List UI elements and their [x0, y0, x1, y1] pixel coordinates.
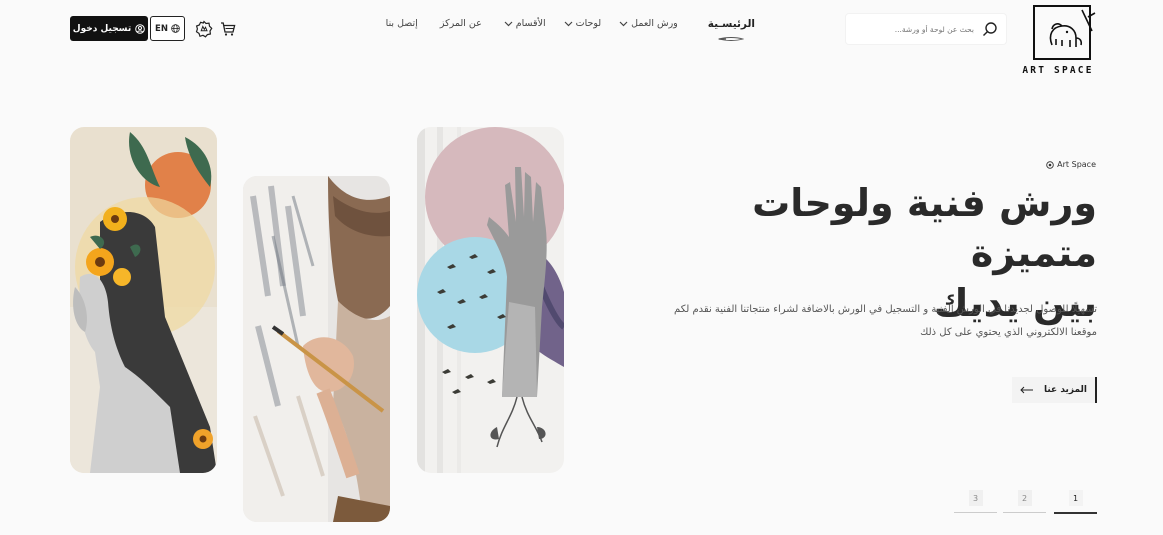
pager-3[interactable]: 3	[954, 490, 997, 515]
pager-2-number: 2	[1017, 490, 1032, 506]
nav-contact-label: إتصل بنا	[385, 18, 418, 29]
nav-home-label: الرئيسـية	[707, 18, 755, 30]
badge-button[interactable]	[193, 18, 215, 40]
search-box[interactable]	[846, 14, 1006, 44]
pager-2-line	[1003, 512, 1046, 513]
login-label: تسجيل دخول	[72, 23, 132, 34]
more-about-button[interactable]: المزيد عنا	[1012, 377, 1097, 403]
chevron-down-icon	[564, 21, 573, 26]
hero-description: تسهيلًا للوصول لجديدنا في الورش الفنية و…	[660, 298, 1097, 344]
nav-home[interactable]: الرئيسـية	[708, 18, 755, 42]
pager-1[interactable]: 1	[1054, 490, 1097, 515]
art-image-hand	[417, 127, 564, 473]
login-button[interactable]: تسجيل دخول	[70, 16, 148, 41]
globe-icon	[171, 24, 180, 33]
pager-2[interactable]: 2	[1003, 490, 1046, 515]
hero-desc-line2: موقعنا الالكتروني الذي يحتوي على كل ذلك	[920, 327, 1097, 338]
nav-about-label: عن المركز	[439, 18, 482, 29]
pager-1-line	[1054, 512, 1097, 514]
art-card-woman[interactable]	[70, 127, 217, 473]
chevron-down-icon	[504, 21, 513, 26]
user-icon	[135, 23, 146, 34]
nav-paintings-label: لوحات	[575, 18, 602, 29]
nav-about[interactable]: عن المركز	[440, 18, 482, 29]
main-nav: الرئيسـية ورش العمل لوحات الأقسام عن الم…	[386, 18, 755, 48]
arrow-left-icon	[1020, 386, 1033, 394]
art-card-hand[interactable]	[417, 127, 564, 473]
cart-button[interactable]	[217, 18, 239, 40]
hero-desc-line1: تسهيلًا للوصول لجديدنا في الورش الفنية و…	[674, 304, 1097, 315]
language-button[interactable]: EN	[150, 16, 185, 41]
language-label: EN	[155, 23, 168, 34]
badge-icon	[195, 20, 213, 38]
logo-text: ART SPACE	[1022, 65, 1094, 76]
chevron-down-icon	[619, 21, 628, 26]
eyebrow: Art Space	[1000, 160, 1096, 169]
more-about-label: المزيد عنا	[1044, 385, 1088, 395]
pager-3-number: 3	[968, 490, 983, 506]
nav-sections[interactable]: الأقسام	[504, 18, 546, 29]
logo-elephant-icon	[1033, 5, 1096, 60]
search-icon[interactable]	[982, 21, 998, 37]
art-image-painting	[243, 176, 390, 522]
pager-1-number: 1	[1068, 490, 1083, 506]
nav-sections-label: الأقسام	[515, 18, 546, 29]
nav-paintings[interactable]: لوحات	[564, 18, 602, 29]
nav-workshops-label: ورش العمل	[631, 18, 678, 29]
cart-icon	[221, 22, 236, 36]
search-input[interactable]	[854, 24, 974, 34]
brush-underline-icon	[718, 37, 745, 41]
pager-3-line	[954, 512, 997, 513]
art-image-woman	[70, 127, 217, 473]
eyebrow-text: Art Space	[1057, 160, 1096, 169]
nav-workshops[interactable]: ورش العمل	[619, 18, 678, 29]
art-card-painting[interactable]	[243, 176, 390, 522]
brand-logo[interactable]: ART SPACE	[1018, 5, 1098, 77]
target-icon	[1046, 160, 1054, 169]
nav-contact[interactable]: إتصل بنا	[386, 18, 418, 29]
hero-title-line1: ورش فنية ولوحات متميزة	[752, 181, 1097, 275]
